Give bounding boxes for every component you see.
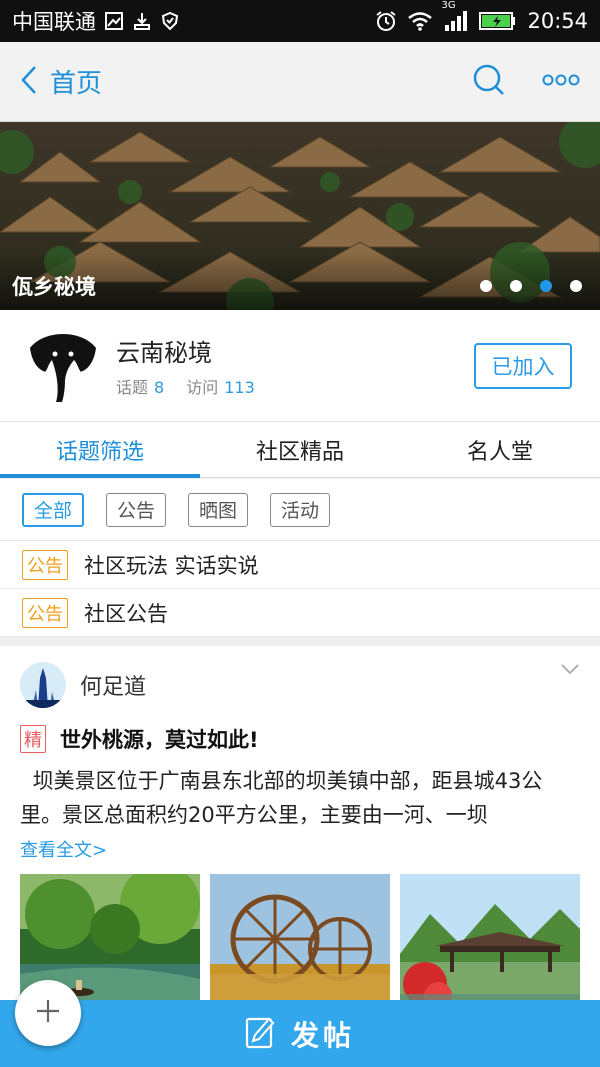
more-icon[interactable]: [542, 72, 580, 91]
status-bar: 中国联通 3G 20:54: [0, 0, 600, 42]
read-more-link[interactable]: 查看全文>: [20, 836, 580, 862]
tab-community-picks[interactable]: 社区精品: [200, 422, 400, 477]
back-button[interactable]: 首页: [20, 63, 102, 100]
top-nav-bar: 首页: [0, 42, 600, 122]
compose-post-bar[interactable]: 发帖: [0, 1000, 600, 1067]
signal-icon: 3G: [441, 0, 469, 32]
tab-hall-of-fame[interactable]: 名人堂: [400, 422, 600, 477]
back-chevron-icon: [20, 64, 38, 100]
post-card[interactable]: 何足道 精 世外桃源，莫过如此! 坝美景区位于广南县东北部的坝美镇中部，距县城4…: [0, 646, 600, 1024]
banner-title: 佤乡秘境: [12, 275, 96, 299]
notice-item[interactable]: 公告 社区玩法 实话实说: [0, 541, 600, 589]
tab-topic-filter[interactable]: 话题筛选: [0, 422, 200, 478]
banner-carousel[interactable]: 佤乡秘境: [0, 122, 600, 310]
community-name: 云南秘境: [116, 339, 212, 367]
plus-icon: [35, 998, 61, 1028]
filter-chip-photos[interactable]: 晒图: [188, 492, 249, 527]
joined-button[interactable]: 已加入: [474, 342, 572, 389]
carousel-dot[interactable]: [570, 280, 582, 292]
back-label: 首页: [50, 69, 103, 99]
image-notification-icon: [104, 11, 124, 31]
carousel-indicators: [480, 280, 588, 292]
post-author[interactable]: 何足道: [80, 669, 146, 701]
featured-badge: 精: [20, 725, 46, 753]
elephant-logo: [30, 333, 96, 402]
visits-stat: 访问 113: [186, 378, 255, 397]
section-tabs: 话题筛选 社区精品 名人堂: [0, 422, 600, 478]
notice-title: 社区玩法 实话实说: [84, 553, 259, 578]
download-notification-icon: [132, 11, 152, 31]
alarm-icon: [375, 10, 397, 32]
carrier-name: 中国联通: [12, 10, 96, 34]
search-icon[interactable]: [472, 63, 506, 101]
notice-title: 社区公告: [84, 601, 168, 626]
community-header: 云南秘境 话题 8 访问 113 已加入: [0, 310, 600, 422]
notice-tag: 公告: [22, 597, 68, 628]
topics-stat: 话题 8: [116, 378, 165, 397]
banner-caption: 佤乡秘境: [0, 252, 600, 310]
topic-filter-chips: 全部 公告 晒图 活动: [0, 479, 600, 541]
carousel-dot-active[interactable]: [540, 280, 552, 292]
chevron-down-icon[interactable]: [560, 660, 580, 679]
avatar[interactable]: [20, 662, 66, 708]
notice-item[interactable]: 公告 社区公告: [0, 589, 600, 637]
filter-chip-all[interactable]: 全部: [22, 492, 85, 527]
post-excerpt: 坝美景区位于广南县东北部的坝美镇中部，距县城43公里。景区总面积约20平方公里，…: [20, 769, 543, 827]
pinned-notices: 公告 社区玩法 实话实说 公告 社区公告: [0, 541, 600, 637]
post-title[interactable]: 世外桃源，莫过如此!: [60, 724, 259, 754]
carousel-dot[interactable]: [510, 280, 522, 292]
shield-notification-icon: [160, 11, 180, 31]
clock: 20:54: [527, 9, 588, 33]
network-type: 3G: [441, 0, 456, 11]
filter-chip-events[interactable]: 活动: [270, 492, 331, 527]
compose-post-label: 发帖: [290, 1018, 355, 1052]
edit-icon: [245, 1015, 275, 1053]
filter-chip-announcements[interactable]: 公告: [106, 492, 167, 527]
notice-tag: 公告: [22, 549, 68, 580]
add-fab-button[interactable]: [15, 980, 81, 1046]
carousel-dot[interactable]: [480, 280, 492, 292]
battery-charging-icon: [479, 11, 517, 31]
wifi-icon: [407, 11, 433, 31]
